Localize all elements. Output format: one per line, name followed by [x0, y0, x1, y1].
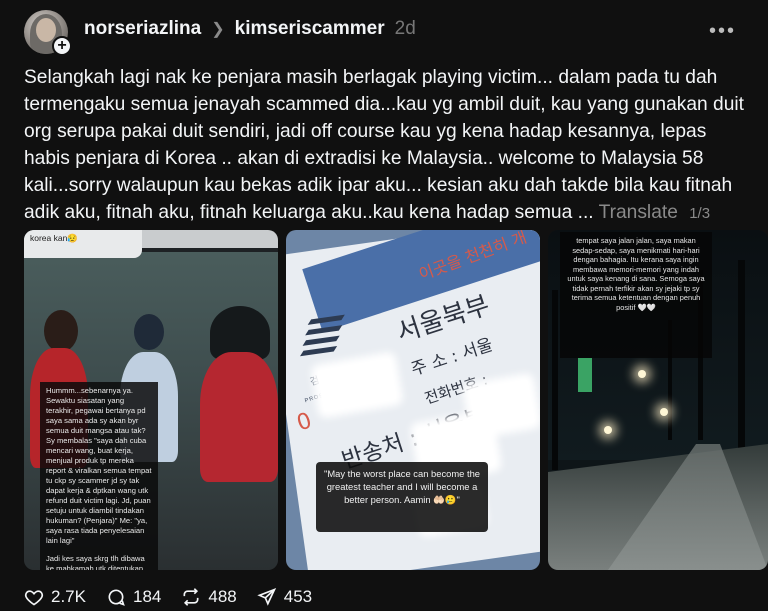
more-icon[interactable]: •••: [709, 20, 736, 43]
repost-count: 488: [208, 587, 237, 606]
envelope-line-4: 0: [293, 408, 315, 437]
story-text-overlay: Hummm...sebenarnya ya. Sewaktu siasatan …: [40, 382, 158, 570]
reply-bubble: korea kan😥: [24, 230, 142, 258]
author-line: norseriazlina ❯ kimseriscammer 2d: [84, 18, 416, 40]
reply-button[interactable]: 184: [106, 587, 161, 607]
street-light: [638, 370, 646, 378]
post-text: Selangkah lagi nak ke penjara masih berl…: [24, 67, 744, 223]
share-count: 453: [283, 587, 313, 606]
media-card-3[interactable]: tempat saya jalan jalan, saya makan seda…: [548, 230, 768, 570]
media-card-1[interactable]: korea kan😥 Hummm...sebenarnya ya. Sewakt…: [24, 230, 278, 570]
plus-icon[interactable]: +: [52, 36, 72, 56]
quote-caption: "May the worst place can become the grea…: [316, 462, 488, 532]
chevron-right-icon: ❯: [211, 21, 225, 38]
heart-icon: [24, 590, 44, 606]
share-icon: [257, 587, 276, 606]
overlay-paragraph-2: Jadi kes saya skrg tlh dibawa ke mahkama…: [46, 554, 145, 570]
street-light: [604, 426, 612, 434]
avatar-face: [36, 18, 56, 42]
repost-icon: [183, 588, 199, 606]
tree-silhouette: [738, 260, 745, 450]
comment-icon: [108, 589, 125, 606]
share-button[interactable]: 453: [257, 587, 312, 607]
hooded-person-body: [200, 352, 278, 482]
media-card-2[interactable]: 이곳을 천천히 개 검찰 PROSECUTION SERVICE 서울북부 주 …: [286, 230, 540, 570]
reply-count: 184: [132, 587, 162, 606]
post-header: + norseriazlina ❯ kimseriscammer 2d •••: [24, 6, 744, 56]
person-head: [44, 310, 78, 352]
officer-head: [134, 314, 164, 350]
author-username[interactable]: norseriazlina: [84, 18, 201, 40]
post-body: Selangkah lagi nak ke penjara masih berl…: [24, 64, 744, 227]
repost-button[interactable]: 488: [181, 587, 237, 607]
media-carousel[interactable]: korea kan😥 Hummm...sebenarnya ya. Sewakt…: [24, 230, 768, 570]
translate-link[interactable]: Translate: [599, 202, 678, 223]
tree-silhouette: [552, 290, 558, 470]
like-button[interactable]: 2.7K: [24, 587, 86, 607]
overlay-paragraph-1: Hummm...sebenarnya ya. Sewaktu siasatan …: [46, 386, 152, 545]
story-text-overlay: tempat saya jalan jalan, saya makan seda…: [560, 232, 712, 358]
reply-to-username[interactable]: kimseriscammer: [235, 18, 385, 40]
like-count: 2.7K: [51, 587, 86, 606]
media-counter: 1/3: [689, 205, 711, 222]
post-actions: 2.7K 184 488 453: [24, 584, 312, 610]
prosecution-logo: [295, 309, 366, 371]
green-sign: [578, 358, 592, 392]
post-time: 2d: [394, 18, 416, 39]
street-light: [660, 408, 668, 416]
